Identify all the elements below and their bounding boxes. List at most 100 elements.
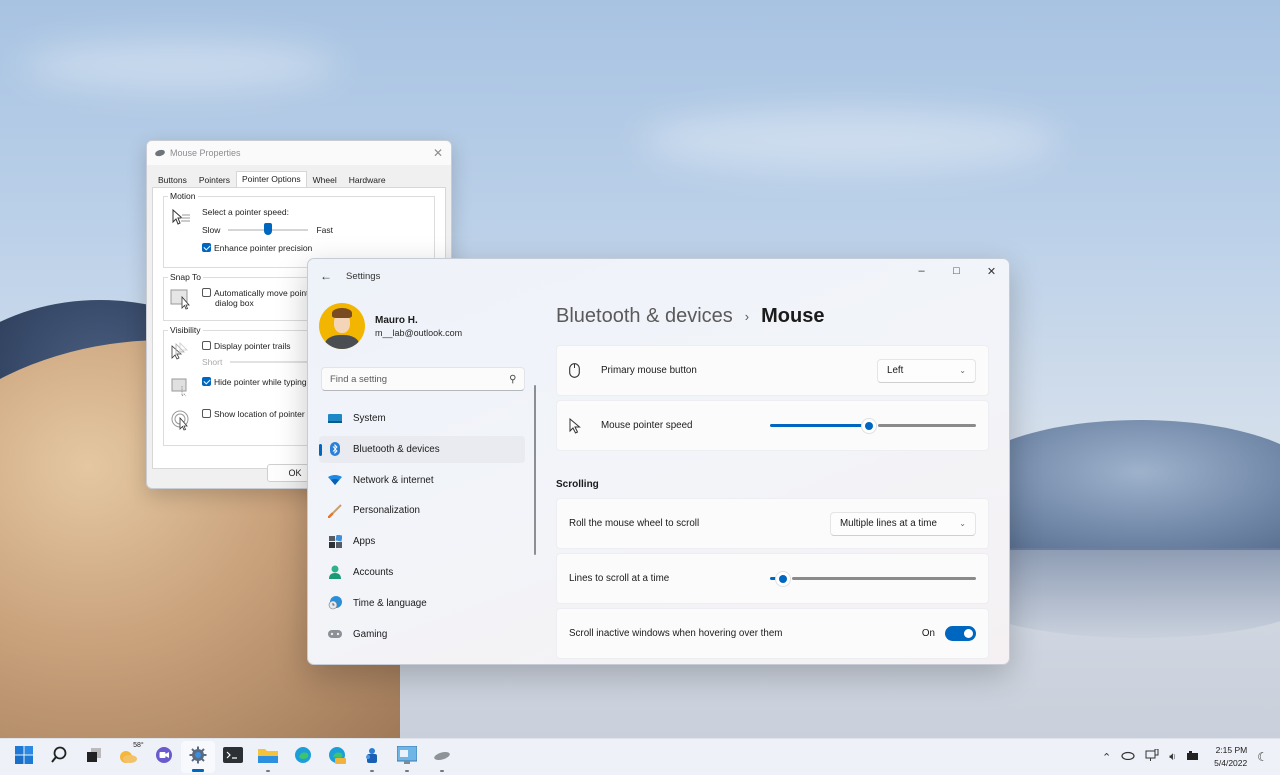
taskbar-apps: 58°: [7, 741, 459, 773]
primary-mouse-button-dropdown[interactable]: Left ⌄: [877, 358, 976, 383]
slider-thumb[interactable]: [264, 223, 273, 235]
sidebar-item-network-internet[interactable]: Network & internet: [319, 467, 525, 494]
tab-hardware[interactable]: Hardware: [343, 172, 392, 187]
breadcrumb-parent-link[interactable]: Bluetooth & devices: [556, 305, 733, 328]
settings-content: Bluetooth & devices › Mouse Primary mous…: [556, 293, 989, 664]
scroll-inactive-card: Scroll inactive windows when hovering ov…: [556, 608, 989, 659]
task-view-button[interactable]: [77, 741, 111, 773]
pointer-trails-icon: [170, 341, 194, 363]
close-icon[interactable]: ✕: [433, 146, 443, 160]
pointer-trails-checkbox[interactable]: [202, 341, 211, 350]
lines-to-scroll-label: Lines to scroll at a time: [569, 573, 670, 584]
edge-canary-icon: [328, 746, 347, 769]
network-icon[interactable]: [1145, 748, 1159, 765]
search-input[interactable]: Find a setting ⚲: [321, 367, 525, 391]
trail-length-slider[interactable]: [230, 361, 311, 363]
tab-pointers[interactable]: Pointers: [193, 172, 236, 187]
search-icon[interactable]: ⚲: [509, 374, 516, 385]
user-profile[interactable]: Mauro H. m__lab@outlook.com: [308, 293, 538, 349]
auto-move-option[interactable]: Automatically move pointe dialog box: [202, 288, 313, 308]
battery-icon[interactable]: [1186, 750, 1199, 764]
sidebar-scrollbar[interactable]: [534, 385, 536, 555]
short-label: Short: [202, 357, 223, 367]
sidebar-item-time-language[interactable]: Time & language: [319, 590, 525, 617]
auto-move-label-line2: dialog box: [215, 298, 254, 308]
taskbar-app[interactable]: [355, 741, 389, 773]
mouse-icon: [154, 148, 166, 158]
sidebar-item-label: Apps: [353, 536, 376, 548]
chat-button[interactable]: [147, 741, 181, 773]
taskbar-file-explorer[interactable]: [251, 741, 285, 773]
slider-thumb[interactable]: [776, 571, 790, 586]
taskbar-mouse-properties[interactable]: [425, 741, 459, 773]
maximize-button[interactable]: □: [939, 259, 974, 283]
slow-label: Slow: [202, 225, 221, 235]
mouse-pointer-speed-slider[interactable]: [770, 418, 976, 433]
search-button[interactable]: [42, 741, 76, 773]
file-explorer-icon: [257, 747, 278, 768]
gamepad-icon: [328, 627, 342, 641]
pointer-speed-icon: [170, 207, 194, 229]
taskbar-settings[interactable]: [181, 741, 216, 773]
enhance-precision-option[interactable]: Enhance pointer precision: [202, 243, 333, 253]
volume-icon[interactable]: 🔉︎: [1169, 751, 1176, 764]
tab-buttons[interactable]: Buttons: [152, 172, 193, 187]
sidebar-item-label: Network & internet: [353, 474, 434, 486]
taskbar-control-panel[interactable]: [390, 741, 424, 773]
toggle-state-label: On: [921, 628, 935, 639]
enhance-precision-checkbox[interactable]: [202, 243, 211, 252]
taskbar-edge-canary[interactable]: [320, 741, 354, 773]
pointer-speed-slider[interactable]: [228, 223, 309, 237]
dropdown-value: Multiple lines at a time: [840, 518, 937, 529]
scroll-inactive-toggle[interactable]: [945, 626, 976, 641]
sidebar-item-label: Accounts: [353, 566, 394, 578]
window-controls: – □ ✕: [904, 259, 1009, 283]
tab-pointer-options[interactable]: Pointer Options: [236, 171, 307, 188]
app-title: Settings: [346, 270, 381, 282]
sidebar-item-label: Gaming: [353, 628, 388, 640]
sidebar-item-label: Bluetooth & devices: [353, 443, 440, 455]
settings-nav: System Bluetooth & devices Network & int…: [308, 405, 538, 648]
pointer-trails-label: Display pointer trails: [214, 341, 291, 351]
onedrive-icon[interactable]: [1121, 751, 1135, 763]
mouse-properties-titlebar[interactable]: Mouse Properties ✕: [147, 141, 451, 165]
clock[interactable]: 2:15 PM 5/4/2022: [1214, 744, 1247, 770]
control-panel-icon: [396, 745, 418, 769]
show-location-label: Show location of pointer v: [214, 409, 312, 419]
sidebar-item-bluetooth-devices[interactable]: Bluetooth & devices: [319, 435, 525, 463]
taskbar-terminal[interactable]: [216, 741, 250, 773]
show-location-checkbox[interactable]: [202, 409, 211, 418]
roll-wheel-dropdown[interactable]: Multiple lines at a time ⌄: [830, 511, 976, 536]
start-button[interactable]: [7, 741, 41, 773]
slider-thumb[interactable]: [862, 418, 876, 433]
sidebar-item-gaming[interactable]: Gaming: [319, 621, 525, 648]
hide-typing-option[interactable]: Hide pointer while typing: [202, 377, 307, 387]
sidebar-item-apps[interactable]: Apps: [319, 528, 525, 555]
lines-to-scroll-slider[interactable]: [770, 571, 976, 586]
hide-typing-checkbox[interactable]: [202, 377, 211, 386]
pointer-trails-option[interactable]: Display pointer trails: [202, 341, 310, 351]
breadcrumb: Bluetooth & devices › Mouse: [556, 303, 989, 329]
auto-move-checkbox[interactable]: [202, 288, 211, 297]
settings-titlebar[interactable]: ← Settings – □ ✕: [308, 259, 1009, 293]
hide-typing-label: Hide pointer while typing: [214, 377, 307, 387]
focus-assist-moon-icon[interactable]: ☾: [1257, 750, 1268, 764]
taskbar-edge[interactable]: [286, 741, 320, 773]
snap-to-icon: [170, 288, 194, 310]
slider-fill: [770, 424, 864, 427]
task-view-icon: [86, 747, 102, 768]
show-location-icon: [170, 409, 194, 431]
sidebar-item-personalization[interactable]: Personalization: [319, 497, 525, 524]
chevron-up-icon[interactable]: ⌃: [1102, 751, 1111, 764]
lines-to-scroll-card: Lines to scroll at a time: [556, 553, 989, 604]
close-button[interactable]: ✕: [974, 259, 1009, 283]
scroll-inactive-label: Scroll inactive windows when hovering ov…: [569, 628, 783, 639]
widgets-button[interactable]: 58°: [112, 741, 146, 773]
back-arrow-icon[interactable]: ←: [320, 269, 338, 283]
sidebar-item-accounts[interactable]: Accounts: [319, 559, 525, 586]
show-location-option[interactable]: Show location of pointer v: [202, 409, 311, 419]
sidebar-item-system[interactable]: System: [319, 405, 525, 432]
minimize-button[interactable]: –: [904, 259, 939, 283]
tab-wheel[interactable]: Wheel: [307, 172, 343, 187]
chevron-down-icon: ⌄: [959, 366, 966, 375]
